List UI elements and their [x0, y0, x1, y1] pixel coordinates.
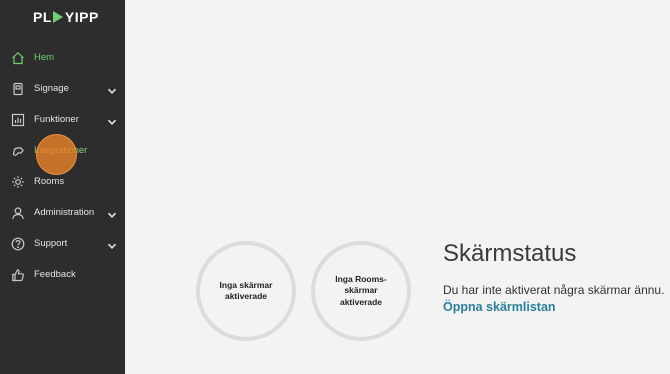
sidebar-nav: Hem Signage Funktioner Integrationer Roo… — [0, 42, 125, 290]
help-icon — [11, 237, 25, 251]
home-icon — [11, 51, 25, 65]
sidebar-item-signage[interactable]: Signage — [0, 73, 125, 104]
sidebar-item-label: Feedback — [34, 269, 76, 280]
sidebar-item-label: Support — [34, 238, 68, 249]
chevron-down-icon[interactable] — [107, 114, 117, 125]
screen-status-circle: Inga skärmar aktiverade — [196, 241, 296, 341]
sidebar-item-feedback[interactable]: Feedback — [0, 259, 125, 290]
main-content: Inga skärmar aktiverade Inga Rooms-skärm… — [125, 0, 670, 374]
tablet-icon — [11, 82, 25, 96]
sidebar-item-label: Administration — [34, 207, 95, 218]
sidebar-item-integrationer[interactable]: Integrationer — [0, 135, 125, 166]
logo-text-left: PL — [33, 9, 52, 25]
chevron-down-icon[interactable] — [107, 207, 117, 218]
sidebar: PL YIPP Hem Signage Funktioner Integrati… — [0, 0, 125, 374]
screen-status-text: Inga skärmar aktiverade — [219, 279, 273, 301]
sidebar-item-label: Hem — [34, 52, 55, 63]
playipp-logo[interactable]: PL YIPP — [33, 8, 99, 26]
logo-text-right: YIPP — [64, 9, 99, 25]
sidebar-item-support[interactable]: Support — [0, 228, 125, 259]
user-icon — [11, 206, 25, 220]
thumbs-up-icon — [11, 268, 25, 282]
page-title: Skärmstatus — [443, 240, 577, 267]
rooms-status-circle: Inga Rooms-skärmar aktiverade — [311, 241, 411, 341]
gear-icon — [11, 175, 25, 189]
rooms-status-text: Inga Rooms-skärmar aktiverade — [335, 273, 387, 307]
sidebar-item-hem[interactable]: Hem — [0, 42, 125, 73]
sidebar-item-funktioner[interactable]: Funktioner — [0, 104, 125, 135]
chevron-down-icon[interactable] — [107, 83, 117, 94]
play-icon — [52, 11, 63, 23]
sidebar-item-administration[interactable]: Administration — [0, 197, 125, 228]
sidebar-item-label: Signage — [34, 83, 69, 94]
plug-icon — [11, 144, 25, 158]
chart-icon — [11, 113, 25, 127]
sidebar-item-label: Integrationer — [34, 145, 88, 156]
open-screen-list-link[interactable]: Öppna skärmlistan — [443, 300, 556, 314]
sidebar-item-label: Rooms — [34, 176, 65, 187]
chevron-down-icon[interactable] — [107, 238, 117, 249]
status-description: Du har inte aktiverat några skärmar ännu… — [443, 283, 665, 297]
sidebar-item-label: Funktioner — [34, 114, 79, 125]
sidebar-item-rooms[interactable]: Rooms — [0, 166, 125, 197]
